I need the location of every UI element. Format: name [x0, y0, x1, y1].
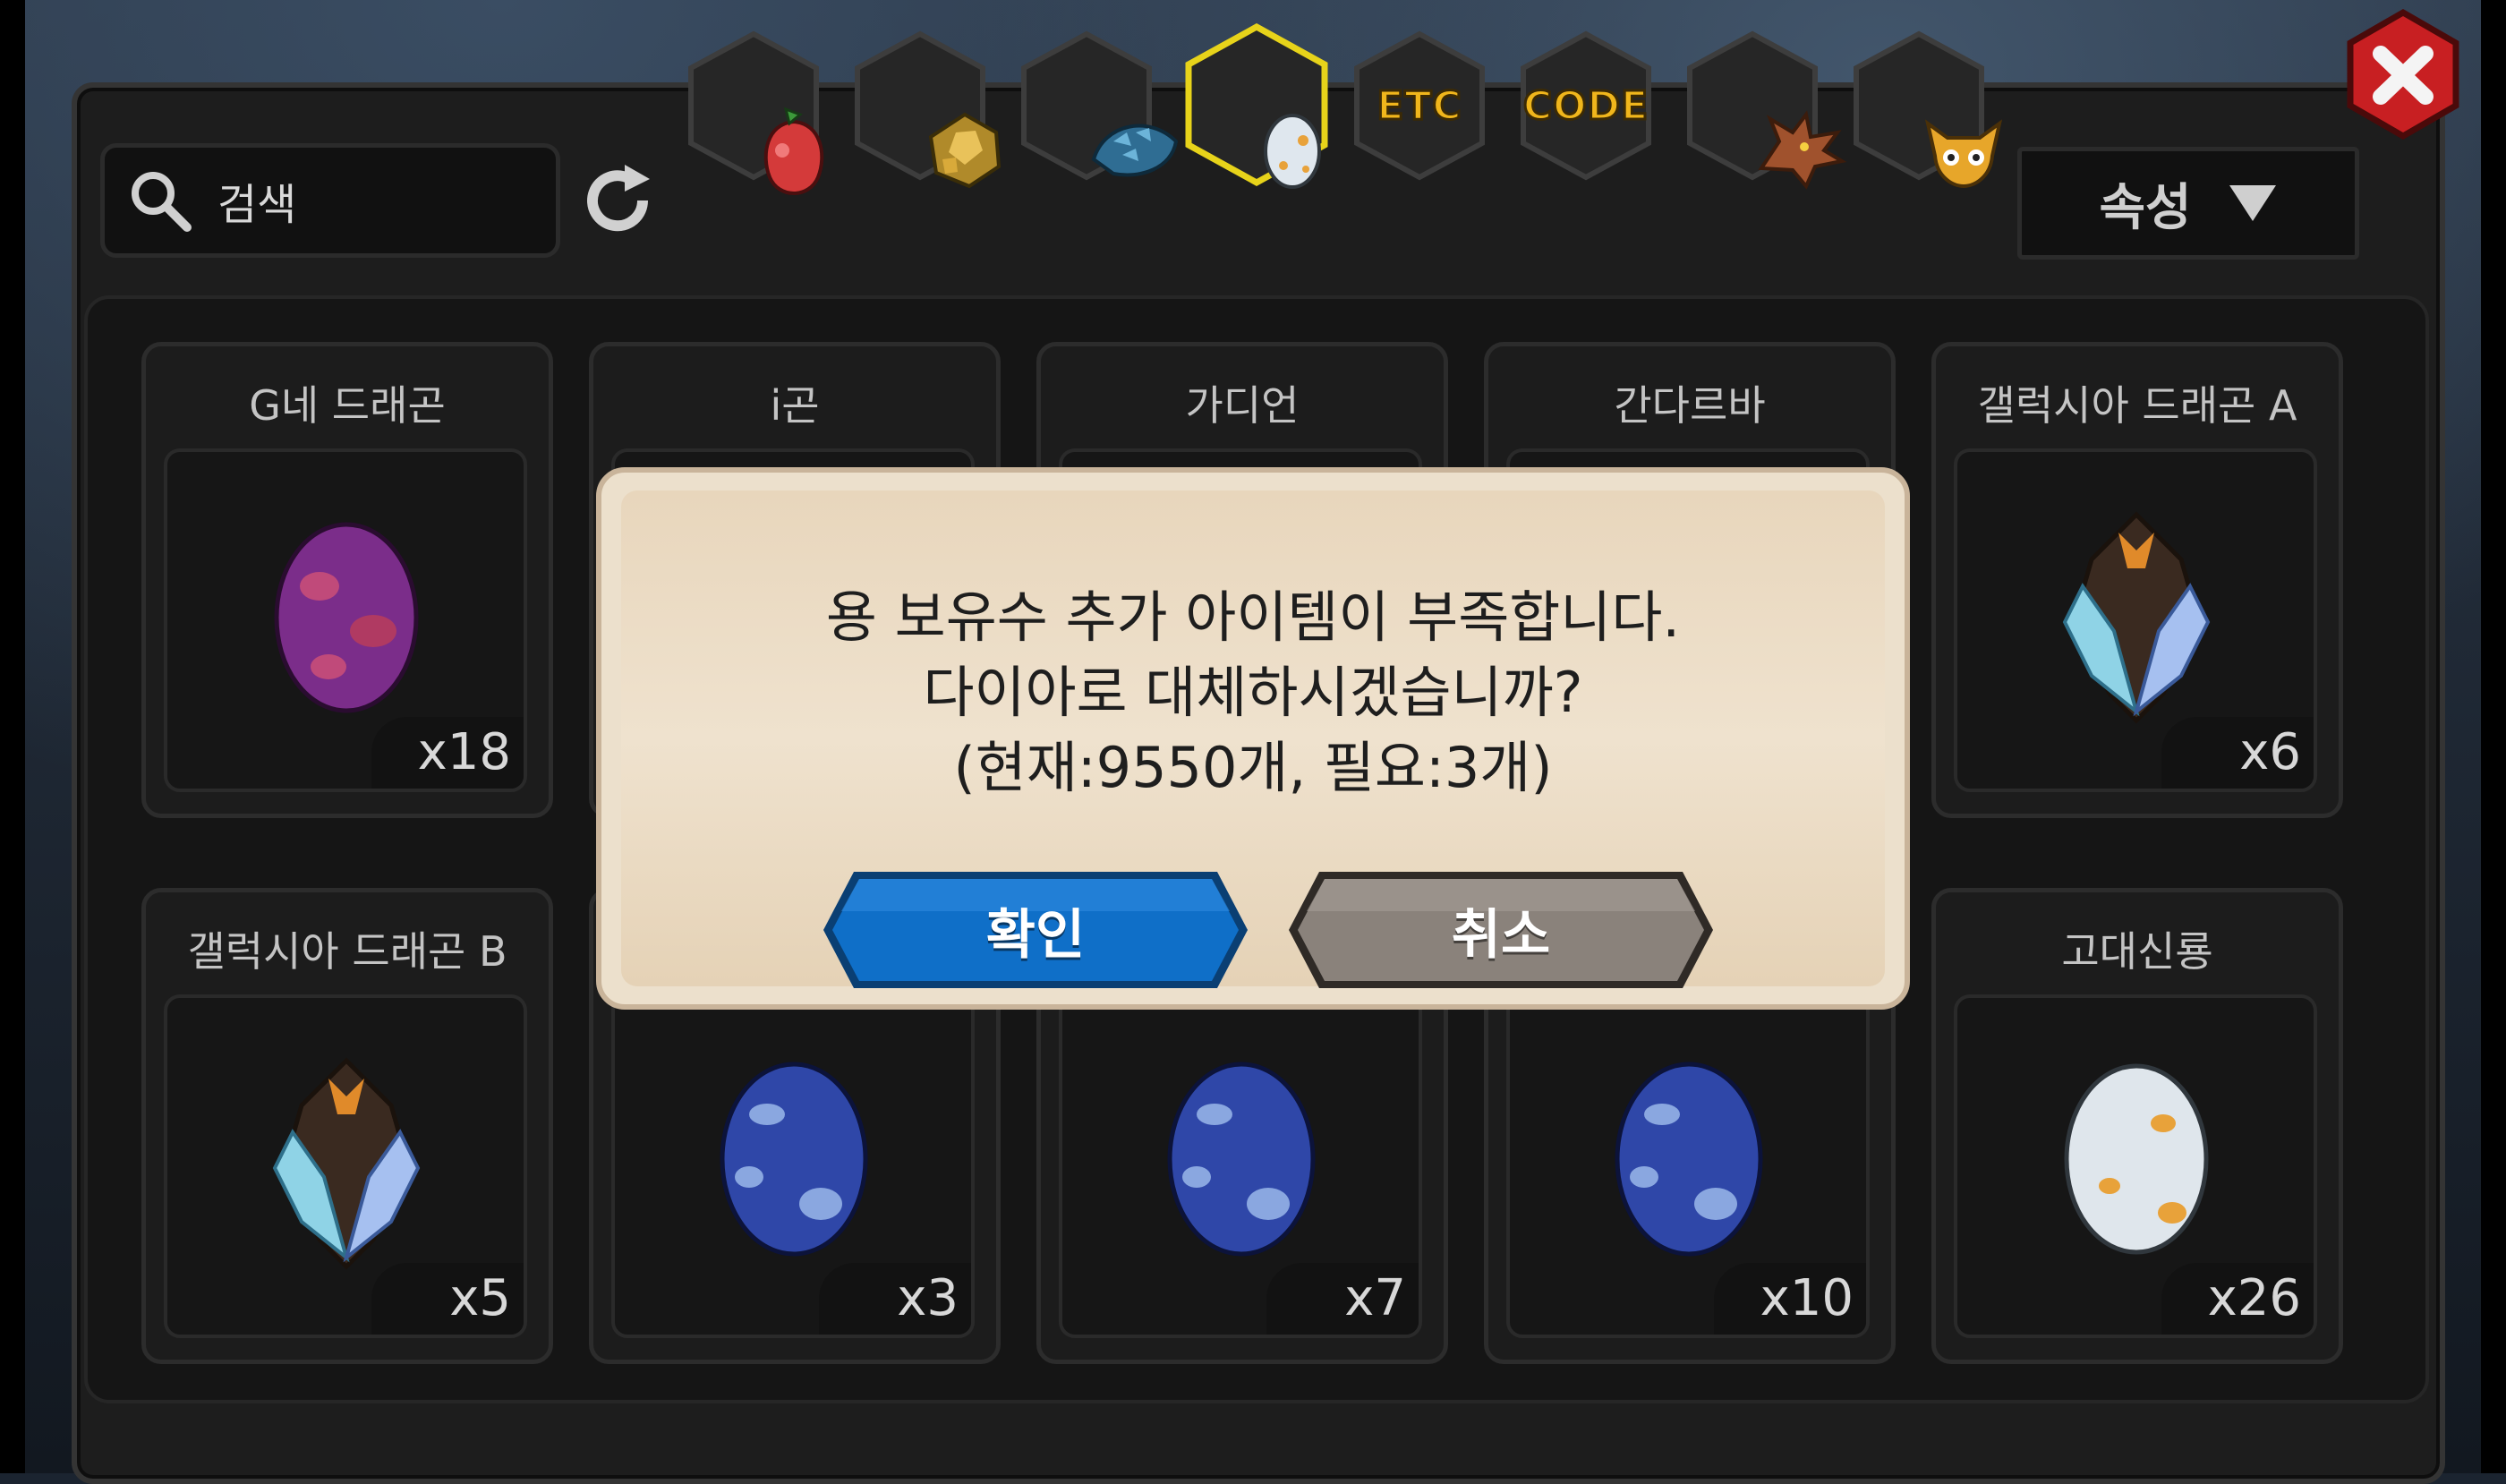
- item-card[interactable]: 갤럭시아 드래곤 A x6: [1931, 342, 2343, 818]
- item-count-badge: x18: [371, 717, 524, 789]
- item-count-badge: x7: [1266, 1263, 1419, 1335]
- refresh-button[interactable]: [575, 158, 661, 243]
- etc-tab-label: ETC: [1376, 81, 1462, 130]
- chevron-down-icon: [2229, 185, 2276, 221]
- item-count-badge: x26: [2161, 1263, 2314, 1335]
- code-tab-label: CODE: [1522, 81, 1649, 130]
- confirm-button[interactable]: 확인: [818, 866, 1253, 994]
- ore-tab[interactable]: [848, 29, 1002, 189]
- code-tab[interactable]: CODE: [1514, 29, 1658, 183]
- item-card-slot: x26: [1954, 994, 2317, 1338]
- item-card-slot: x10: [1506, 994, 1870, 1338]
- goblin-face-icon: [1924, 119, 2003, 189]
- item-card[interactable]: 고대신룡 x26: [1931, 888, 2343, 1364]
- dragon-head-icon: [1758, 110, 1847, 190]
- search-input[interactable]: 검색: [100, 143, 560, 258]
- screen-edge-left: [0, 0, 25, 1473]
- item-card-slot: x18: [164, 448, 527, 792]
- item-card-title: 갤럭시아 드래곤 A: [1977, 381, 2297, 430]
- item-count-badge: x6: [2161, 717, 2314, 789]
- item-card-slot: x3: [611, 994, 975, 1338]
- fruit-tab[interactable]: [682, 29, 825, 195]
- item-card-title: 갤럭시아 드래곤 B: [187, 927, 507, 976]
- dragon-tab[interactable]: [1681, 29, 1847, 190]
- scale-tab[interactable]: [1015, 29, 1179, 183]
- attribute-filter-label: 속성: [2099, 178, 2192, 237]
- dragon-scale-icon: [1091, 124, 1179, 177]
- item-card[interactable]: 갤럭시아 드래곤 B x5: [141, 888, 553, 1364]
- confirm-dialog: 용 보유수 추가 아이템이 부족합니다. 다이아로 대체하시겠습니까? (현재:…: [596, 467, 1910, 1010]
- cancel-button-label: 취소: [1451, 903, 1551, 967]
- item-card[interactable]: G네 드래곤 x18: [141, 342, 553, 818]
- item-card-slot: x7: [1059, 994, 1422, 1338]
- item-card-title: i곤: [770, 381, 820, 430]
- dialog-message: 용 보유수 추가 아이템이 부족합니다. 다이아로 대체하시겠습니까? (현재:…: [621, 580, 1885, 806]
- item-card-slot: x6: [1954, 448, 2317, 792]
- fruit-icon: [763, 107, 824, 195]
- item-card-title: 간다르바: [1614, 381, 1766, 430]
- dialog-message-line: 용 보유수 추가 아이템이 부족합니다.: [825, 584, 1681, 650]
- etc-tab[interactable]: ETC: [1348, 29, 1491, 183]
- item-card-title: 가디언: [1185, 381, 1300, 430]
- screen-edge-right: [2481, 0, 2506, 1473]
- egg-icon: [1264, 114, 1321, 189]
- dialog-body: 용 보유수 추가 아이템이 부족합니다. 다이아로 대체하시겠습니까? (현재:…: [621, 490, 1885, 988]
- item-card-title: 고대신룡: [2061, 927, 2213, 976]
- attribute-filter-dropdown[interactable]: 속성: [2017, 147, 2359, 260]
- close-button[interactable]: [2345, 7, 2461, 141]
- egg-tab[interactable]: [1180, 21, 1334, 189]
- item-card-title: G네 드래곤: [249, 381, 446, 430]
- search-placeholder: 검색: [217, 180, 297, 230]
- refresh-icon: [587, 165, 650, 232]
- search-icon: [132, 172, 192, 232]
- pet-tab[interactable]: [1847, 29, 2003, 189]
- item-count-badge: x3: [819, 1263, 971, 1335]
- dialog-message-line: (현재:9550개, 필요:3개): [953, 735, 1553, 800]
- cancel-button[interactable]: 취소: [1283, 866, 1718, 994]
- gold-ore-icon: [928, 112, 1002, 189]
- item-card-slot: x5: [164, 994, 527, 1338]
- item-count-badge: x10: [1714, 1263, 1866, 1335]
- confirm-button-label: 확인: [985, 903, 1086, 967]
- item-count-badge: x5: [371, 1263, 524, 1335]
- dialog-message-line: 다이아로 대체하시겠습니까?: [923, 660, 1583, 725]
